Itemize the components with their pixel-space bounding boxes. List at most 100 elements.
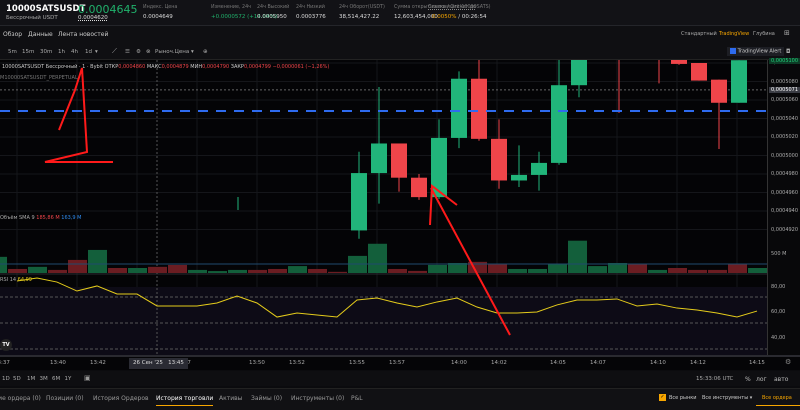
volume-bar bbox=[528, 268, 547, 273]
interval-1h[interactable]: 1h bbox=[58, 49, 65, 55]
stat-value: 0.0004649 bbox=[143, 14, 173, 20]
auto-toggle[interactable]: авто bbox=[774, 376, 788, 383]
last-price-tag: 0,0005100 bbox=[769, 58, 800, 64]
candle-body bbox=[511, 174, 527, 181]
price-chart[interactable]: 10000SATSUSDT Бессрочный · 1 · Bybit ОТК… bbox=[0, 60, 767, 355]
interval-15m[interactable]: 15m bbox=[22, 49, 34, 55]
volume-bar bbox=[248, 269, 267, 273]
chart-toolbar bbox=[0, 44, 800, 60]
range-6M[interactable]: 6M bbox=[52, 376, 60, 382]
volume-bar bbox=[388, 268, 407, 273]
candle-body bbox=[531, 162, 547, 175]
all-instruments-select[interactable]: Все инструменты ▾ bbox=[702, 395, 752, 401]
volume-bar bbox=[268, 268, 287, 273]
time-tick: 13:55 bbox=[349, 360, 365, 366]
add-icon[interactable]: ⊕ bbox=[203, 49, 208, 55]
time-tick: 13:52 bbox=[289, 360, 305, 366]
time-tick: 13:42 bbox=[90, 360, 106, 366]
low-value: 0,0004790 bbox=[202, 64, 230, 70]
low-label: МИН bbox=[190, 64, 203, 70]
layout-grid-icon[interactable]: ⊞ bbox=[784, 29, 790, 37]
chart-type-icon[interactable]: ⟋ bbox=[112, 47, 117, 56]
high-value: 0,0004879 bbox=[161, 64, 189, 70]
tab-underline bbox=[756, 405, 800, 406]
axis-settings-icon[interactable]: ⚙ bbox=[785, 358, 791, 366]
interval-30m[interactable]: 30m bbox=[40, 49, 52, 55]
stat-label: 24ч Низкий bbox=[296, 5, 325, 10]
tab-data[interactable]: Данные bbox=[28, 31, 53, 38]
annotation-arrow-left bbox=[44, 67, 113, 163]
candle-body bbox=[711, 79, 727, 103]
alert-icon bbox=[730, 48, 736, 54]
log-toggle[interactable]: лог bbox=[756, 376, 767, 383]
camera-icon[interactable]: ◘ bbox=[786, 49, 790, 55]
contract-type: Бессрочный USDT bbox=[6, 15, 58, 21]
price-type-select[interactable]: Рыноч.Цена ▾ bbox=[155, 49, 194, 55]
rsi-tick: 40,00 bbox=[771, 335, 786, 341]
funding: 0.0050% / 00:26:54 bbox=[432, 14, 487, 20]
time-tick: 13:57 bbox=[389, 360, 405, 366]
bottom-tab[interactable]: Займы (0) bbox=[251, 395, 282, 402]
high-label: МАКС bbox=[146, 64, 162, 70]
volume-bar bbox=[188, 269, 207, 273]
time-tick: 13:50 bbox=[249, 360, 265, 366]
tab-news[interactable]: Лента новостей bbox=[58, 31, 108, 38]
view-tradingview[interactable]: TradingView bbox=[719, 31, 749, 37]
volume-bar bbox=[568, 240, 587, 273]
rsi-legend: RSI 14 64,99 bbox=[0, 277, 32, 283]
volume-v1: 185,86 M bbox=[36, 215, 60, 221]
settings-icon[interactable]: ⚙ bbox=[136, 49, 141, 55]
range-1D[interactable]: 1D bbox=[2, 376, 10, 382]
all-orders-select[interactable]: Все ордера bbox=[762, 395, 792, 401]
view-depth[interactable]: Глубина bbox=[753, 31, 775, 37]
view-standard[interactable]: Стандартный bbox=[681, 31, 717, 37]
all-markets-checkbox[interactable]: ✓ bbox=[659, 394, 666, 401]
ticker-header: 10000SATSUSDT Бессрочный USDT 0.0004645 … bbox=[0, 0, 800, 26]
tab-overview[interactable]: Обзор bbox=[3, 31, 22, 38]
time-tick: 14:12 bbox=[690, 360, 706, 366]
indicators-icon[interactable]: ☰ bbox=[125, 49, 130, 55]
bottom-tab[interactable]: Активы bbox=[219, 395, 242, 402]
stat-0: Индекс. Цена 0.0004649 bbox=[143, 5, 177, 20]
range-5D[interactable]: 5D bbox=[13, 376, 21, 382]
calendar-icon[interactable]: ▣ bbox=[84, 374, 91, 382]
interval-1d[interactable]: 1d bbox=[85, 49, 92, 55]
volume-bar bbox=[168, 264, 187, 273]
interval-dropdown-icon[interactable]: ▾ bbox=[95, 49, 98, 55]
range-toolbar bbox=[0, 371, 800, 386]
volume-bar bbox=[588, 266, 607, 273]
volume-bar bbox=[688, 269, 707, 273]
time-tick: 14:10 bbox=[650, 360, 666, 366]
all-markets-label: Все рынки bbox=[669, 395, 697, 401]
candle-body bbox=[571, 60, 587, 86]
bottom-tab[interactable]: Текущие ордера (0) bbox=[0, 395, 41, 402]
bottom-tab[interactable]: История Ордеров bbox=[93, 395, 149, 402]
interval-4h[interactable]: 4h bbox=[71, 49, 78, 55]
hide-icon[interactable]: ⊗ bbox=[146, 49, 151, 55]
range-3M[interactable]: 3M bbox=[40, 376, 48, 382]
time-tick: 14:05 bbox=[550, 360, 566, 366]
volume-bar bbox=[748, 268, 767, 273]
legend-title: 10000SATSUSDT Бессрочный · 1 · Bybit bbox=[2, 64, 104, 70]
symbol-name[interactable]: 10000SATSUSDT bbox=[6, 4, 85, 14]
interval-5m[interactable]: 5m bbox=[8, 49, 17, 55]
bottom-tab[interactable]: Позиции (0) bbox=[46, 395, 84, 402]
info-tabs bbox=[0, 26, 800, 44]
candle-body bbox=[451, 78, 467, 138]
volume-bar bbox=[0, 256, 7, 273]
range-1Y[interactable]: 1Y bbox=[65, 376, 72, 382]
bottom-tab[interactable]: История торговли bbox=[156, 395, 214, 406]
all-instruments-label: Все инструменты bbox=[702, 395, 749, 401]
time-tick: 13:37 bbox=[0, 360, 10, 366]
price-axis[interactable]: 0,0005100 0,0005080 0,0005060 0,0005040 0,00… bbox=[767, 58, 800, 355]
open-value: 0,0004860 bbox=[118, 64, 146, 70]
volume-bar bbox=[548, 263, 567, 273]
volume-bar bbox=[148, 266, 167, 273]
percent-toggle[interactable]: % bbox=[745, 376, 751, 383]
close-value: 0,0004799 bbox=[243, 64, 271, 70]
tradingview-alert-button[interactable]: TradingView Alert bbox=[727, 47, 785, 56]
range-1M[interactable]: 1M bbox=[27, 376, 35, 382]
bottom-tab[interactable]: P&L bbox=[351, 395, 363, 402]
bottom-tab[interactable]: Инструменты (0) bbox=[291, 395, 344, 402]
volume-bar bbox=[408, 270, 427, 273]
